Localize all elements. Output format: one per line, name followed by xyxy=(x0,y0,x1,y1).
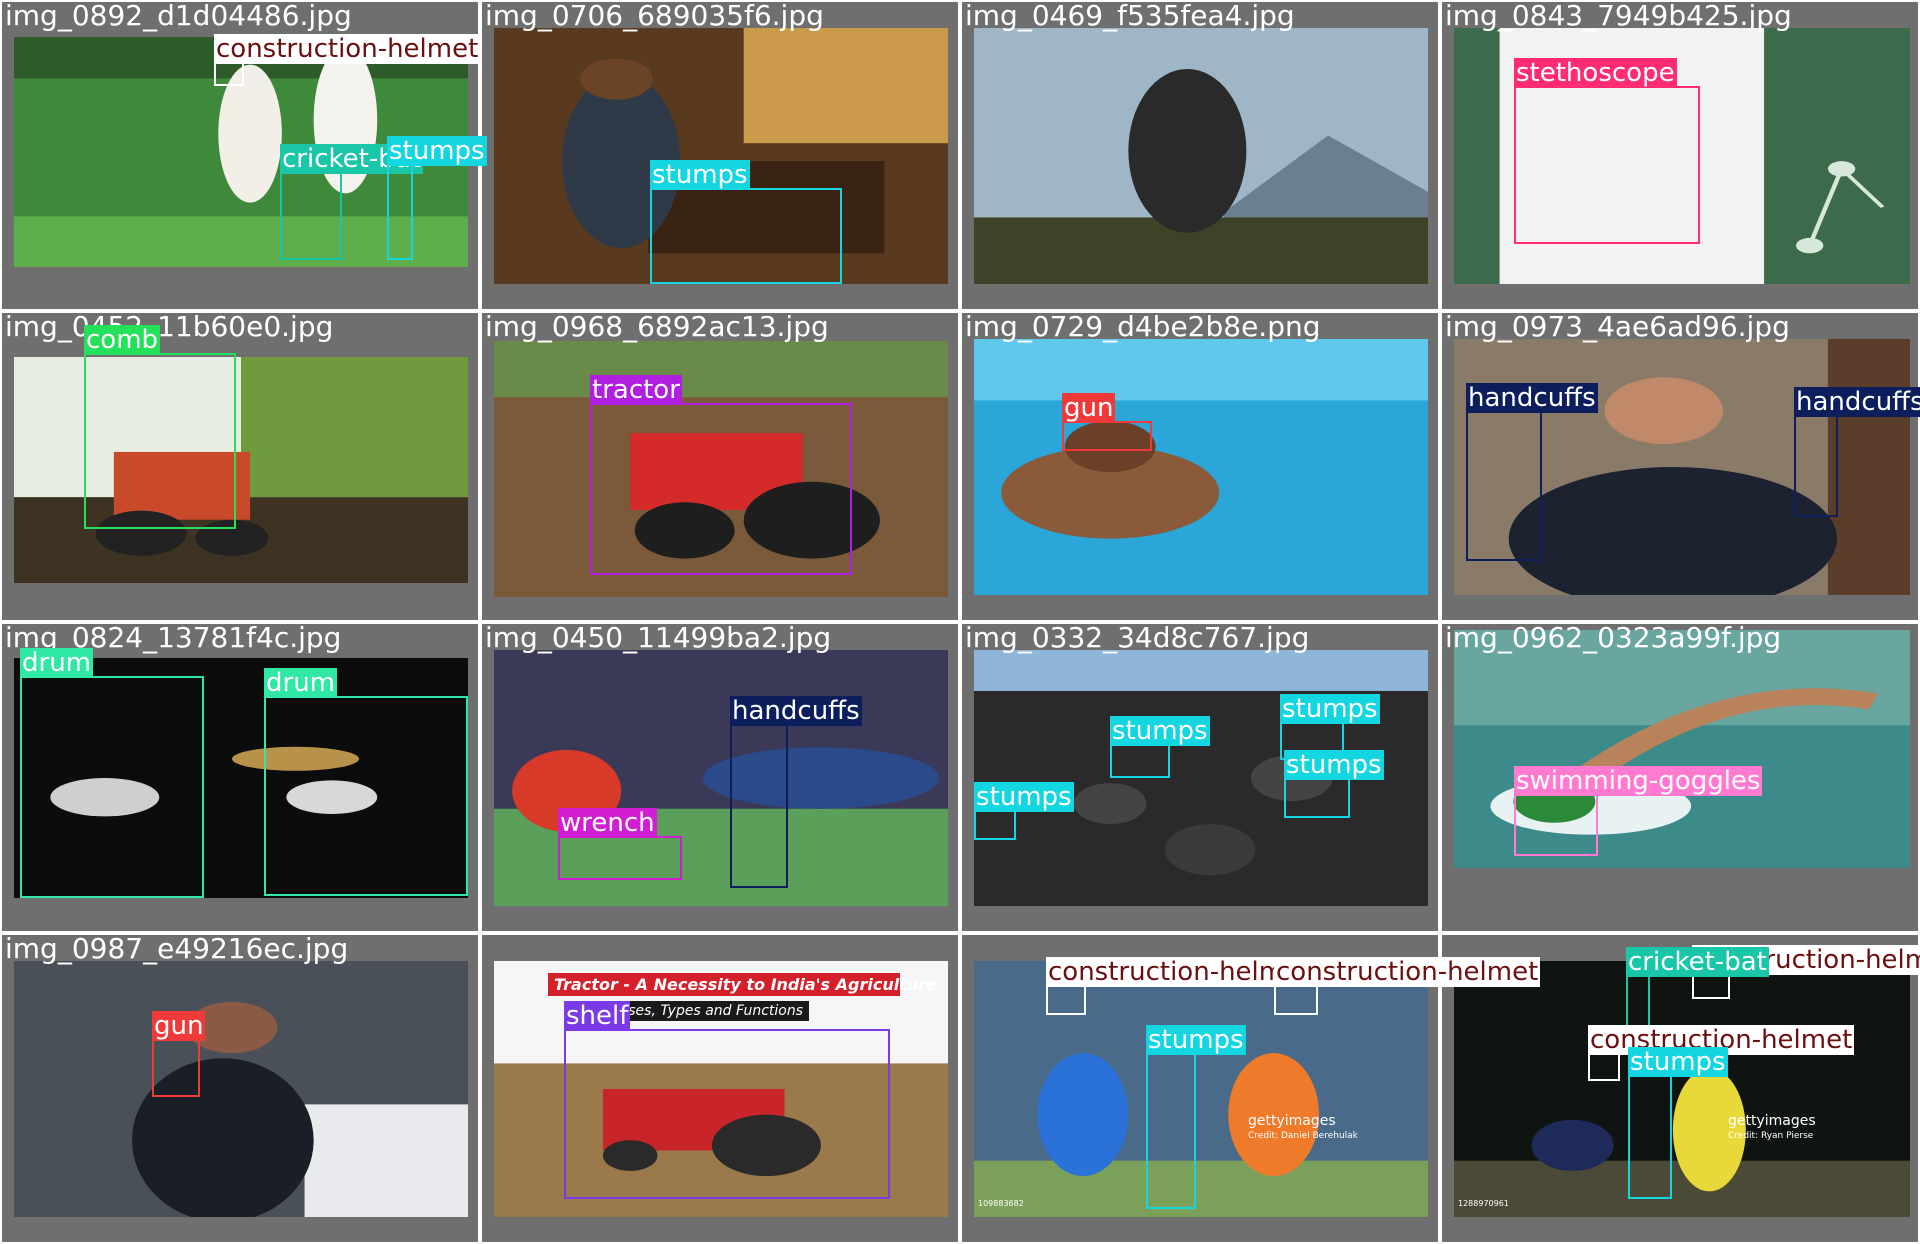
detection-box: tractor xyxy=(590,375,852,575)
detection-label: handcuffs xyxy=(730,696,862,726)
tile: gettyimages Credit: Daniel Berehulak 109… xyxy=(960,933,1541,1244)
poster-subtitle: Uses, Types and Functions xyxy=(612,1001,810,1021)
photo-cameraman-mountains xyxy=(974,28,1428,284)
detection-box: handcuffs xyxy=(1466,383,1598,561)
detection-box: construction-helmet xyxy=(1274,957,1541,1015)
tile-filename: img_0968_6892ac13.jpg xyxy=(485,310,829,343)
watermark-credit: Credit: Daniel Berehulak xyxy=(1248,1131,1358,1141)
detection-label: construction-helmet xyxy=(214,34,481,64)
detection-label: handcuffs xyxy=(1794,387,1920,417)
image-id: 109883682 xyxy=(978,1199,1024,1208)
detection-box: stumps xyxy=(1628,1047,1728,1199)
photo-officer-aiming xyxy=(14,961,468,1217)
detection-box: construction-helmet xyxy=(1046,957,1313,1015)
detection-label: comb xyxy=(84,325,161,355)
detection-results-grid: img_0892_d1d04486.jpg construction-helme… xyxy=(0,0,1920,1244)
detection-box: comb xyxy=(84,325,236,529)
tile: img_0469_f535fea4.jpg xyxy=(960,0,1440,311)
detection-box: handcuffs xyxy=(730,696,862,888)
tile: img_0962_0323a99f.jpg swimming-goggles xyxy=(1440,621,1920,933)
watermark-brand: gettyimages xyxy=(1728,1113,1816,1129)
detection-box: stumps xyxy=(974,782,1074,840)
tile: img_0968_6892ac13.jpg tractor xyxy=(480,310,960,622)
photo-underwater-swimmer xyxy=(974,339,1428,595)
detection-label: stumps xyxy=(974,782,1074,812)
tile-filename: img_0452_11b60e0.jpg xyxy=(5,310,334,343)
detection-label: cricket-bat xyxy=(1626,947,1769,977)
detection-box: drum xyxy=(20,648,204,898)
tile-filename: img_0892_d1d04486.jpg xyxy=(5,0,352,32)
detection-box: gun xyxy=(152,1011,206,1097)
detection-box: drum xyxy=(264,668,468,896)
detection-label: stumps xyxy=(387,136,487,166)
photo-cricket-night xyxy=(1454,961,1910,1217)
detection-label: stumps xyxy=(1280,694,1380,724)
tile: img_0892_d1d04486.jpg construction-helme… xyxy=(0,0,487,311)
tile: img_0843_7949b425.jpg stethoscope xyxy=(1440,0,1920,311)
tile: img_0450_11499ba2.jpg handcuffs wrench xyxy=(480,621,960,933)
detection-box: cricket-bat xyxy=(280,144,423,260)
detection-label: stumps xyxy=(1146,1025,1246,1055)
detection-box: wrench xyxy=(558,808,682,880)
detection-label: stumps xyxy=(1110,716,1210,746)
detection-label: stumps xyxy=(650,160,750,190)
tile: img_0729_d4be2b8e.png gun xyxy=(960,310,1440,622)
detection-box: stumps xyxy=(1284,750,1384,818)
detection-label: construction-helmet xyxy=(1046,957,1313,987)
detection-label: wrench xyxy=(558,808,657,838)
detection-box: construction-helmet xyxy=(214,34,481,86)
image-id: 1288970961 xyxy=(1458,1199,1509,1208)
detection-label: construction-helmet xyxy=(1274,957,1541,987)
tile: img_0332_34d8c767.jpg stumps stumps stum… xyxy=(960,621,1440,933)
tile: img_0987_e49216ec.jpg gun xyxy=(0,932,480,1244)
tile: Tractor - A Necessity to India's Agricul… xyxy=(480,933,960,1244)
tile: img_0706_689035f6.jpg stumps xyxy=(480,0,960,311)
detection-box: handcuffs xyxy=(1794,387,1920,517)
detection-label: handcuffs xyxy=(1466,383,1598,413)
watermark-credit: Credit: Ryan Pierse xyxy=(1728,1131,1814,1141)
detection-box: gun xyxy=(1062,393,1152,451)
photo-cricket-match xyxy=(974,961,1428,1217)
detection-label: tractor xyxy=(590,375,682,405)
detection-box: swimming-goggles xyxy=(1514,766,1763,856)
detection-box: construction-helmet xyxy=(1588,1025,1855,1081)
poster-title: Tractor - A Necessity to India's Agricul… xyxy=(548,973,937,996)
detection-label: drum xyxy=(20,648,93,678)
detection-label: stethoscope xyxy=(1514,58,1677,88)
detection-label: stumps xyxy=(1284,750,1384,780)
detection-label: stumps xyxy=(1628,1047,1728,1077)
detection-box: shelf xyxy=(564,1001,890,1199)
detection-box: stumps xyxy=(1110,716,1210,778)
detection-label: shelf xyxy=(564,1001,631,1031)
detection-label: gun xyxy=(1062,393,1116,423)
detection-box: stumps xyxy=(650,160,842,284)
detection-box: stumps xyxy=(387,136,487,260)
tile: img_0452_11b60e0.jpg comb xyxy=(0,310,480,622)
tile: img_0824_13781f4c.jpg drum drum xyxy=(0,621,480,933)
photo-tractor-field xyxy=(14,357,468,583)
tile: img_0973_4ae6ad96.jpg handcuffs handcuff… xyxy=(1440,310,1920,622)
detection-box: stethoscope xyxy=(1514,58,1700,244)
watermark-brand: gettyimages xyxy=(1248,1113,1336,1129)
detection-label: swimming-goggles xyxy=(1514,766,1763,796)
detection-box: stumps xyxy=(1146,1025,1246,1209)
detection-label: drum xyxy=(264,668,337,698)
detection-label: gun xyxy=(152,1011,206,1041)
